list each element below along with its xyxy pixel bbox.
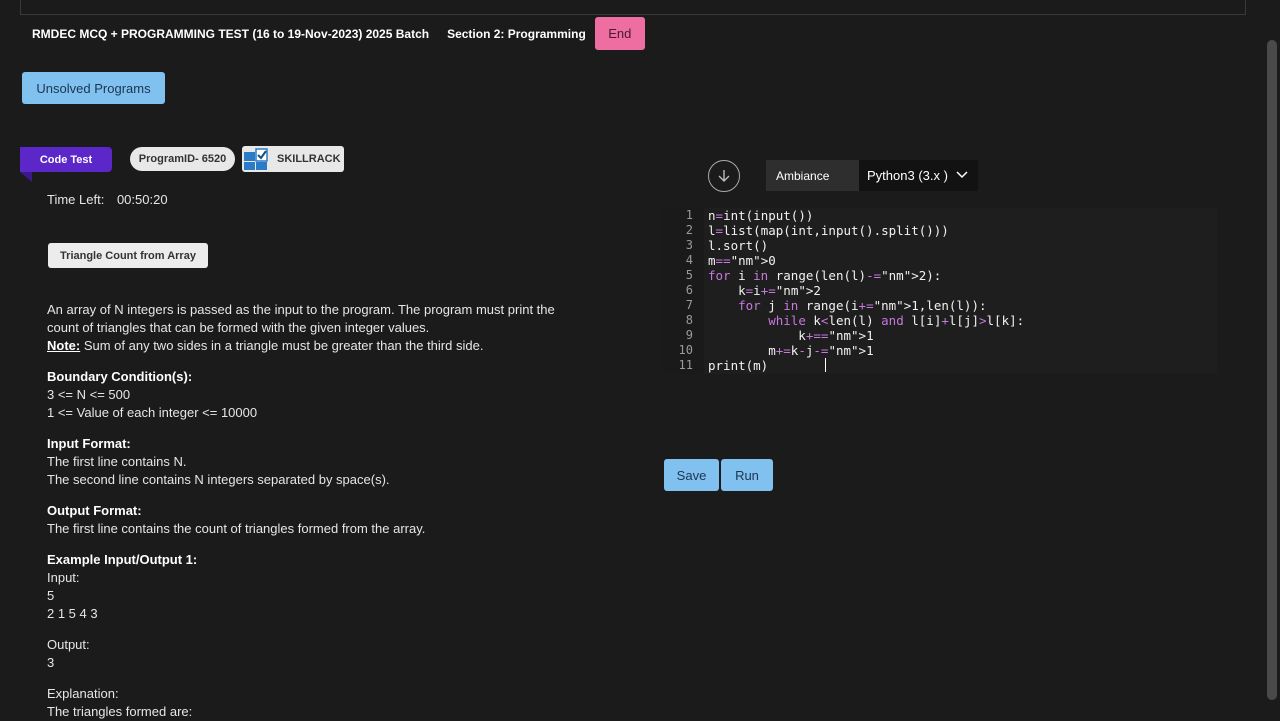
line-number: 11 [678, 358, 693, 372]
line-number: 4 [685, 253, 693, 267]
code-line[interactable]: 8 while k<len(l) and l[i]+l[j]>l[k]: [662, 313, 1217, 328]
output-format-heading: Output Format: [47, 503, 142, 518]
example-input-line: 2 1 5 4 3 [47, 606, 98, 621]
theme-label[interactable]: Ambiance [766, 160, 859, 191]
code-line[interactable]: 4 m=="nm">0 [662, 253, 1217, 268]
program-id-badge: ProgramID- 6520 [130, 147, 235, 171]
example-input-label: Input: [47, 570, 80, 585]
line-number: 3 [685, 238, 693, 252]
code-line[interactable]: 6 k=i+="nm">2 [662, 283, 1217, 298]
boundary-heading: Boundary Condition(s): [47, 369, 193, 384]
problem-title: Triangle Count from Array [48, 243, 208, 268]
problem-description: An array of N integers is passed as the … [47, 301, 607, 721]
code-test-badge: Code Test [20, 147, 112, 172]
section-label: Section 2: Programming [447, 26, 586, 41]
note-line: Note: Sum of any two sides in a triangle… [47, 337, 607, 355]
line-number: 6 [685, 283, 693, 297]
time-left: Time Left: 00:50:20 [47, 192, 168, 207]
code-text: k+=="nm">1 [708, 328, 874, 343]
language-value: Python3 (3.x ) [867, 168, 948, 183]
code-line[interactable]: 7 for j in range(i+="nm">1,len(l)): [662, 298, 1217, 313]
code-line[interactable]: 9 k+=="nm">1 [662, 328, 1217, 343]
code-text: l=list(map(int,input().split())) [708, 223, 949, 238]
example-input-line: 5 [47, 588, 55, 603]
save-button[interactable]: Save [664, 459, 719, 491]
chevron-down-icon [956, 171, 968, 179]
example-output-label: Output: [47, 637, 90, 652]
code-line[interactable]: 2 l=list(map(int,input().split())) [662, 223, 1217, 238]
scrollbar-thumb[interactable] [1267, 40, 1277, 700]
code-text: m+=k-j-="nm">1 [708, 343, 874, 358]
output-format-line: The first line contains the count of tri… [47, 521, 426, 536]
code-line[interactable]: 11 print(m) [662, 358, 1217, 373]
code-text: for i in range(len(l)-="nm">2): [708, 268, 942, 283]
line-number: 1 [685, 208, 693, 222]
language-select[interactable]: Python3 (3.x ) [859, 160, 978, 191]
input-format-line: The first line contains N. [47, 454, 187, 469]
code-text: l.sort() [708, 238, 769, 253]
input-format-line: The second line contains N integers sepa… [47, 472, 390, 487]
unsolved-programs-button[interactable]: Unsolved Programs [22, 72, 165, 104]
code-editor[interactable]: 1 n=int(input()) 2 l=list(map(int,input().s… [662, 208, 1217, 374]
code-test-badge-tail [20, 172, 32, 182]
run-button[interactable]: Run [721, 459, 773, 491]
text-cursor [825, 358, 826, 372]
time-left-label: Time Left: [47, 192, 105, 207]
time-left-value: 00:50:20 [116, 192, 168, 207]
explanation-label: Explanation: [47, 686, 119, 701]
code-text: for j in range(i+="nm">1,len(l)): [738, 298, 987, 313]
code-text: print(m) [708, 358, 769, 373]
line-number: 7 [685, 298, 693, 312]
code-line[interactable]: 1 n=int(input()) [662, 208, 1217, 223]
line-number: 9 [685, 328, 693, 342]
desc-line: count of triangles that can be formed wi… [47, 320, 430, 335]
boundary-line: 1 <= Value of each integer <= 10000 [47, 405, 258, 420]
end-button[interactable]: End [594, 17, 645, 50]
download-button[interactable] [708, 160, 740, 192]
arrow-down-icon [718, 170, 730, 182]
skillrack-logo-icon [244, 148, 268, 170]
boundary-line: 3 <= N <= 500 [47, 387, 131, 402]
top-strip [20, 0, 1246, 15]
code-text: m=="nm">0 [708, 253, 776, 268]
test-title: RMDEC MCQ + PROGRAMMING TEST (16 to 19-N… [32, 26, 430, 41]
example-heading: Example Input/Output 1: [47, 552, 198, 567]
desc-line: An array of N integers is passed as the … [47, 302, 555, 317]
code-line[interactable]: 3 l.sort() [662, 238, 1217, 253]
note-label: Note: [47, 338, 81, 353]
note-text: Sum of any two sides in a triangle must … [80, 338, 484, 353]
header-bar: RMDEC MCQ + PROGRAMMING TEST (16 to 19-N… [22, 17, 645, 50]
code-line[interactable]: 10 m+=k-j-="nm">1 [662, 343, 1217, 358]
code-line[interactable]: 5 for i in range(len(l)-="nm">2): [662, 268, 1217, 283]
line-number: 10 [678, 343, 693, 357]
line-number: 2 [685, 223, 693, 237]
explanation-line: The triangles formed are: [47, 704, 193, 719]
code-text: while k<len(l) and l[i]+l[j]>l[k]: [768, 313, 1025, 328]
example-output-line: 3 [47, 655, 55, 670]
code-text: k=i+="nm">2 [708, 283, 821, 298]
line-number: 5 [685, 268, 693, 282]
input-format-heading: Input Format: [47, 436, 131, 451]
page-scrollbar[interactable] [1265, 0, 1280, 720]
code-text: n=int(input()) [708, 208, 814, 223]
skillrack-label: SKILLRACK [277, 153, 341, 165]
skillrack-badge: SKILLRACK [242, 146, 344, 172]
line-number: 8 [685, 313, 693, 327]
